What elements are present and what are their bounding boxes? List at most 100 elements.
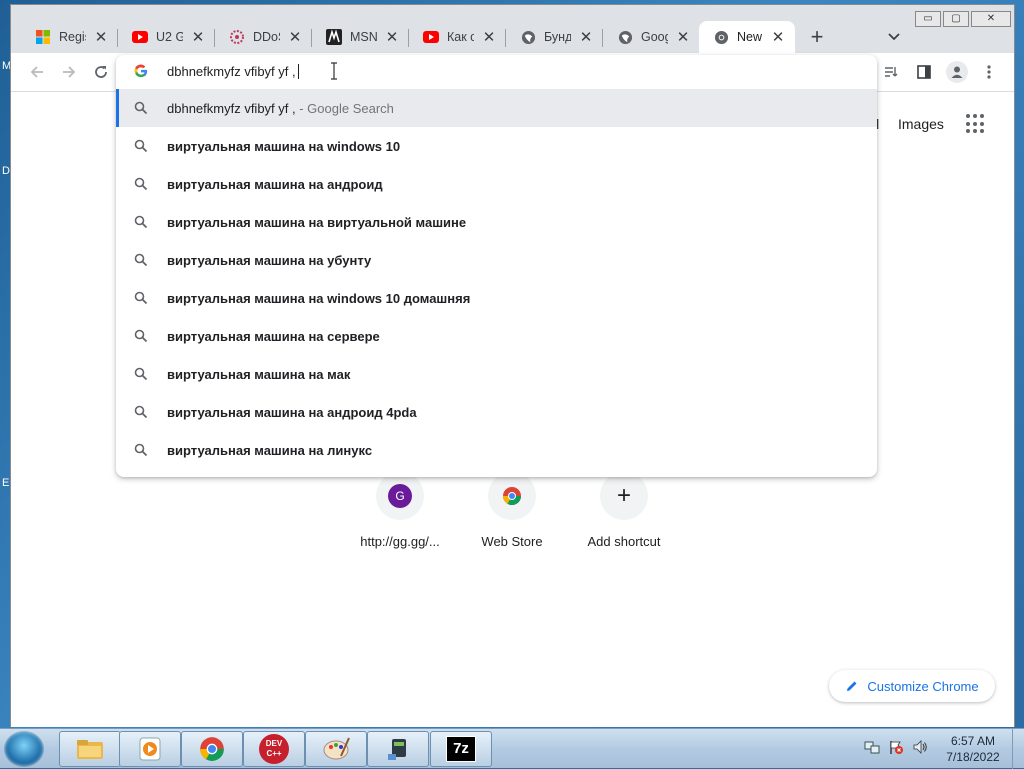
suggestion-row[interactable]: виртуальная машина на сервере [116, 317, 877, 355]
desktop-icon-label[interactable]: E [2, 477, 9, 489]
shortcut-tile[interactable]: G http://gg.gg/... [345, 472, 455, 549]
profile-avatar-icon[interactable] [946, 61, 968, 83]
paint-icon[interactable] [305, 731, 367, 767]
tab-new-tab[interactable]: New T ✕ [699, 21, 795, 53]
suggestion-row[interactable]: виртуальная машина на windows 10 домашня… [116, 279, 877, 317]
shortcut-favicon: G [376, 472, 424, 520]
suggestion-query: виртуальная машина на мак [167, 366, 351, 382]
suggestion-row[interactable]: dbhnefkmyfz vfibyf yf , - Google Search [116, 89, 877, 127]
suggestion-text: виртуальная машина на линукс [167, 443, 372, 458]
clock-time: 6:57 AM [950, 734, 996, 748]
minimize-button[interactable]: ▭ [915, 11, 941, 27]
suggestion-text: виртуальная машина на убунту [167, 253, 371, 268]
tab-u2[interactable]: U2 Gr ✕ [118, 21, 215, 53]
tab-search-chevron-icon[interactable] [887, 29, 903, 45]
tab-msn[interactable]: MSN ✕ [312, 21, 409, 53]
youtube-icon [132, 29, 148, 45]
media-player-icon[interactable] [119, 731, 181, 767]
maximize-button[interactable]: ▢ [943, 11, 969, 27]
start-button[interactable] [4, 731, 44, 767]
close-tab-icon[interactable]: ✕ [676, 28, 690, 46]
side-panel-icon[interactable] [914, 62, 934, 82]
new-tab-button[interactable]: + [806, 26, 828, 49]
dev-cpp-icon[interactable]: DEV C++ [243, 731, 305, 767]
back-arrow-icon[interactable] [27, 62, 47, 82]
search-icon [134, 101, 148, 115]
search-icon [134, 367, 148, 381]
tab-title: Бунде [544, 30, 571, 44]
suggestion-query: виртуальная машина на убунту [167, 252, 372, 268]
volume-icon[interactable] [912, 739, 928, 758]
omnibox-text: dbhnefkmyfz vfibyf yf , [167, 64, 299, 79]
suggestion-list: dbhnefkmyfz vfibyf yf , - Google Search … [116, 89, 877, 469]
add-shortcut-tile[interactable]: + Add shortcut [569, 472, 679, 549]
tab-title: DDoS [253, 30, 280, 44]
network-tray-icon[interactable] [864, 739, 880, 758]
suggestion-row[interactable]: виртуальная машина на линукс [116, 431, 877, 469]
suggestion-row[interactable]: виртуальная машина на андроид 4pda [116, 393, 877, 431]
close-tab-icon[interactable]: ✕ [191, 28, 205, 46]
suggestion-row[interactable]: виртуальная машина на мак [116, 355, 877, 393]
show-desktop-button[interactable] [1012, 729, 1024, 769]
tab-ddos[interactable]: DDoS ✕ [215, 21, 312, 53]
reading-list-icon[interactable] [881, 62, 901, 82]
tab-title: MSN [350, 30, 377, 44]
action-center-flag-icon[interactable] [888, 739, 904, 758]
suggestion-row[interactable]: виртуальная машина на виртуальной машине [116, 203, 877, 241]
7zip-label: 7z [446, 736, 476, 762]
ddos-site-icon [229, 29, 245, 45]
google-g-icon [134, 64, 150, 80]
chrome-icon [713, 29, 729, 45]
forward-arrow-icon[interactable] [59, 62, 79, 82]
tab-bunde[interactable]: Бунде ✕ [506, 21, 603, 53]
explorer-icon[interactable] [59, 731, 121, 767]
chrome-window: Regist ✕ U2 Gr ✕ DDoS ✕ MSN ✕ [10, 4, 1015, 727]
close-tab-icon[interactable]: ✕ [288, 28, 302, 46]
close-tab-icon[interactable]: ✕ [579, 28, 593, 46]
chrome-icon[interactable] [181, 731, 243, 767]
menu-kebab-icon[interactable] [979, 62, 999, 82]
google-apps-icon[interactable] [966, 114, 986, 134]
suggestion-query: виртуальная машина на андроид 4pda [167, 404, 417, 420]
suggestion-query: dbhnefkmyfz vfibyf yf , [167, 100, 296, 116]
close-tab-icon[interactable]: ✕ [482, 28, 496, 46]
dev-cpp-label: DEV C++ [259, 734, 289, 764]
close-tab-icon[interactable]: ✕ [94, 28, 108, 46]
suggestion-text: виртуальная машина на windows 10 [167, 139, 400, 154]
suggestion-row[interactable]: виртуальная машина на убунту [116, 241, 877, 279]
close-tab-icon[interactable]: ✕ [385, 28, 399, 46]
system-clock[interactable]: 6:57 AM 7/18/2022 [940, 733, 1006, 765]
youtube-icon [423, 29, 439, 45]
tab-title: U2 Gr [156, 30, 183, 44]
suggestion-row[interactable]: виртуальная машина на андроид [116, 165, 877, 203]
tab-register[interactable]: Regist ✕ [21, 21, 118, 53]
shortcut-favicon: + [600, 472, 648, 520]
suggestion-query: виртуальная машина на windows 10 [167, 138, 401, 154]
search-icon [134, 139, 148, 153]
search-icon [134, 443, 148, 457]
shortcut-favicon [488, 472, 536, 520]
desktop-icon-label[interactable]: D [2, 165, 10, 177]
suggestion-query: виртуальная машина на windows 10 домашня… [167, 290, 471, 306]
microsoft-icon [35, 29, 51, 45]
suggestion-text: виртуальная машина на windows 10 домашня… [167, 291, 470, 306]
globe-icon [520, 29, 536, 45]
suggestion-query: виртуальная машина на андроид [167, 176, 383, 192]
customize-chrome-button[interactable]: Customize Chrome [829, 670, 995, 702]
window-controls: ▭ ▢ ✕ [915, 11, 1011, 29]
omnibox-input[interactable]: dbhnefkmyfz vfibyf yf , [116, 55, 877, 89]
customize-label: Customize Chrome [867, 678, 979, 694]
suggestion-text: виртуальная машина на мак [167, 367, 350, 382]
clock-date: 7/18/2022 [946, 750, 1000, 764]
shortcut-tile[interactable]: Web Store [457, 472, 567, 549]
tab-google[interactable]: Googl ✕ [603, 21, 700, 53]
reload-icon[interactable] [91, 62, 111, 82]
images-link[interactable]: Images [898, 116, 944, 132]
tab-youtube-kak[interactable]: Как сі ✕ [409, 21, 506, 53]
plus-icon: + [616, 482, 631, 509]
close-window-button[interactable]: ✕ [971, 11, 1011, 27]
suggestion-row[interactable]: виртуальная машина на windows 10 [116, 127, 877, 165]
close-tab-icon[interactable]: ✕ [771, 28, 785, 46]
7zip-icon[interactable]: 7z [430, 731, 492, 767]
network-icon[interactable] [367, 731, 429, 767]
